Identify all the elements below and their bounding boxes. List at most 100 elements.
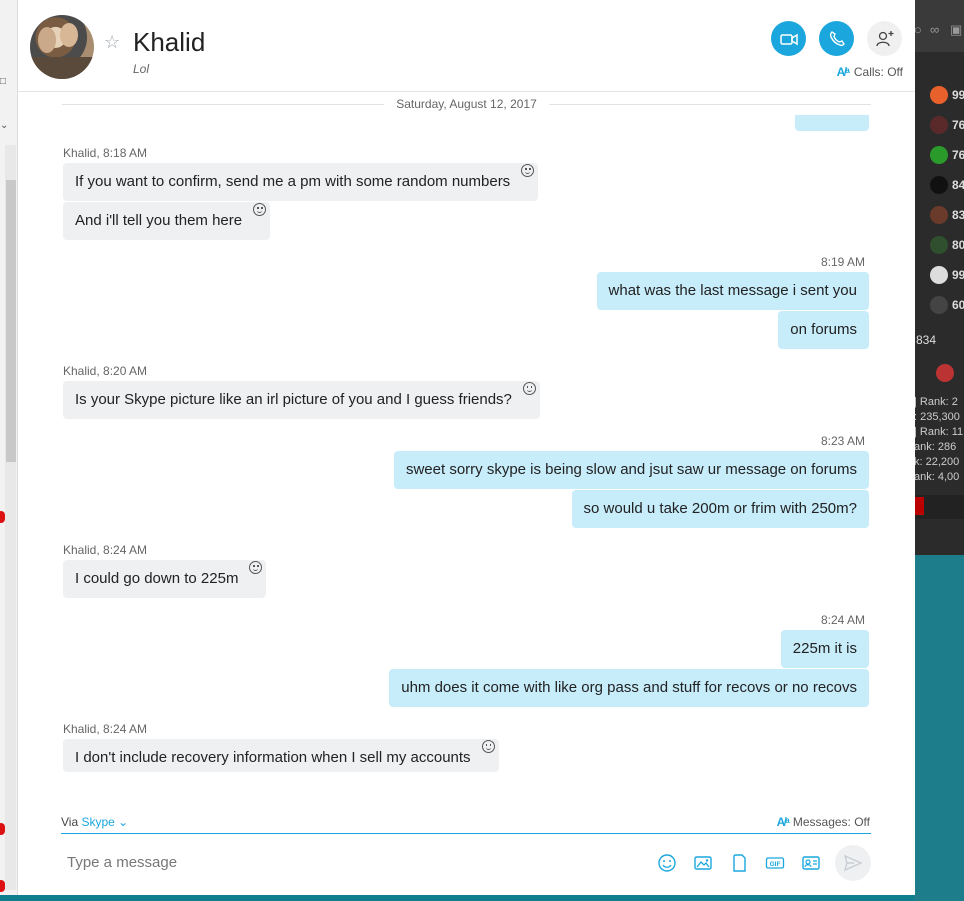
message-sender-time: Khalid, 8:20 AM <box>63 364 148 378</box>
message-bubble-outgoing[interactable]: on forums <box>778 311 869 349</box>
translate-icon: A̸ᵃ <box>836 65 850 79</box>
skull-icon <box>930 176 948 194</box>
left-window-chevron-icon: ⌄ <box>0 120 9 131</box>
svg-text:GIF: GIF <box>770 861 781 868</box>
rank-line: | Rank: 2 <box>914 396 958 408</box>
message-bubble-outgoing[interactable]: sweet sorry skype is being slow and jsut… <box>393 451 869 489</box>
reaction-emoji-icon[interactable] <box>522 382 536 395</box>
contact-card-icon[interactable] <box>801 853 821 873</box>
message-text: sweet sorry skype is being slow and jsut… <box>405 461 857 478</box>
avatar[interactable] <box>30 15 94 79</box>
video-call-button[interactable] <box>771 21 806 56</box>
message-bubble-outgoing[interactable]: so would u take 200m or frim with 250m? <box>571 490 869 528</box>
reaction-emoji-icon[interactable] <box>253 203 267 216</box>
stat-value: 99 <box>952 88 964 102</box>
stat-value: 60 <box>952 298 964 312</box>
stat-value: 76 <box>952 118 964 132</box>
favorite-star-icon[interactable]: ☆ <box>104 32 120 53</box>
message-bubble-incoming[interactable]: If you want to confirm, send me a pm wit… <box>63 163 539 201</box>
chat-header: ☆ Khalid Lol A̸ᵃ Calls: Off <box>18 0 915 92</box>
message-bubble-outgoing[interactable]: 225m it is <box>780 630 869 668</box>
date-text: Saturday, August 12, 2017 <box>384 97 549 111</box>
game-toolbar-icon[interactable]: ○ <box>914 22 922 37</box>
stat-hunter: 99 <box>928 262 964 292</box>
notification-dot <box>0 823 5 835</box>
message-translation-toggle[interactable]: A̸ᵃ Messages: Off <box>777 815 870 829</box>
rank-line: ank: 286 <box>914 441 957 453</box>
reaction-emoji-icon[interactable] <box>481 740 495 753</box>
message-text: I don't include recovery information whe… <box>75 749 471 766</box>
call-translation-toggle[interactable]: A̸ᵃ Calls: Off <box>837 65 903 79</box>
message-bubble-incoming[interactable]: Is your Skype picture like an irl pictur… <box>63 381 540 419</box>
message-text: And i'll tell you them here <box>75 212 243 229</box>
message-bubble-outgoing[interactable]: what was the last message i sent you <box>596 272 869 310</box>
stat-construction: 60 <box>928 292 964 322</box>
hunter-icon <box>930 266 948 284</box>
image-icon[interactable] <box>693 853 713 873</box>
send-icon <box>843 854 863 872</box>
herb-icon <box>930 146 948 164</box>
date-label: Saturday, August 12, 2017 <box>18 97 915 111</box>
farming-icon <box>930 236 948 254</box>
message-list[interactable]: Saturday, August 12, 2017 Khalid, 8:18 A… <box>18 93 915 793</box>
stat-herblore: 76 <box>928 142 964 172</box>
add-participant-button[interactable] <box>867 21 902 56</box>
rank-line: : 235,300 <box>914 411 960 423</box>
message-time: 8:24 AM <box>820 613 865 627</box>
message-bubble-outgoing[interactable]: uhm does it come with like org pass and … <box>389 669 869 707</box>
quest-icon <box>936 364 954 382</box>
via-selector[interactable]: Via Skype ⌄ <box>61 815 128 829</box>
left-window-scroll-thumb[interactable] <box>6 180 16 462</box>
video-camera-icon <box>780 33 798 46</box>
total-level: 834 <box>916 333 937 347</box>
notification-dot <box>0 511 5 523</box>
rank-line: k: 22,200 <box>914 456 960 468</box>
left-window-icon: □ <box>0 76 7 87</box>
message-bubble-outgoing[interactable] <box>795 115 869 131</box>
message-text: what was the last message i sent you <box>608 282 857 299</box>
gif-icon[interactable]: GIF <box>765 853 785 873</box>
message-text: so would u take 200m or frim with 250m? <box>583 500 857 517</box>
stat-value: 80 <box>952 238 964 252</box>
game-window: ○ ∞ ▣ 99 76 76 84 83 80 99 60 834 | Rank… <box>914 0 964 555</box>
stat-hitpoints: 99 <box>928 82 964 112</box>
message-bubble-incoming[interactable]: I could go down to 225m <box>63 560 267 598</box>
message-input[interactable] <box>61 848 621 876</box>
audio-call-button[interactable] <box>819 21 854 56</box>
quest-icon-row <box>928 360 964 390</box>
messages-status-label: Messages: Off <box>792 815 870 829</box>
calls-status-label: Calls: Off <box>853 65 903 79</box>
phone-icon <box>829 31 845 47</box>
via-label: Via <box>61 815 79 829</box>
chat-window: ☆ Khalid Lol A̸ᵃ Calls: Off Saturday, Aug… <box>18 0 915 895</box>
stat-value: 83 <box>952 208 964 222</box>
emoji-icon[interactable] <box>657 853 677 873</box>
desktop-background <box>914 555 964 901</box>
game-toolbar: ○ ∞ ▣ <box>914 0 964 52</box>
stat-value: 84 <box>952 178 964 192</box>
red-tab-icon[interactable] <box>914 497 924 515</box>
construction-icon <box>930 296 948 314</box>
chevron-down-icon[interactable]: ⌄ <box>115 815 128 829</box>
send-button[interactable] <box>835 845 871 881</box>
message-bubble-incoming[interactable]: I don't include recovery information whe… <box>63 739 499 772</box>
link-icon[interactable]: ∞ <box>930 22 939 37</box>
add-person-icon <box>876 31 894 47</box>
game-tab-bar[interactable] <box>914 495 964 519</box>
reaction-emoji-icon[interactable] <box>521 164 535 177</box>
rank-line: | Rank: 11 <box>914 426 964 438</box>
stat-slayer: 84 <box>928 172 964 202</box>
file-icon[interactable] <box>729 853 749 873</box>
contact-name[interactable]: Khalid <box>133 27 205 58</box>
popout-icon[interactable]: ▣ <box>950 22 962 38</box>
stat-farming: 80 <box>928 232 964 262</box>
rank-line: ank: 4,00 <box>914 471 960 483</box>
message-sender-time: Khalid, 8:24 AM <box>63 722 148 736</box>
reaction-emoji-icon[interactable] <box>249 561 263 574</box>
message-bubble-incoming[interactable]: And i'll tell you them here <box>63 202 271 240</box>
stat-value: 76 <box>952 148 964 162</box>
message-sender-time: Khalid, 8:18 AM <box>63 146 148 160</box>
via-service[interactable]: Skype <box>81 815 114 829</box>
message-text: I could go down to 225m <box>75 570 239 587</box>
heart-icon <box>930 86 948 104</box>
